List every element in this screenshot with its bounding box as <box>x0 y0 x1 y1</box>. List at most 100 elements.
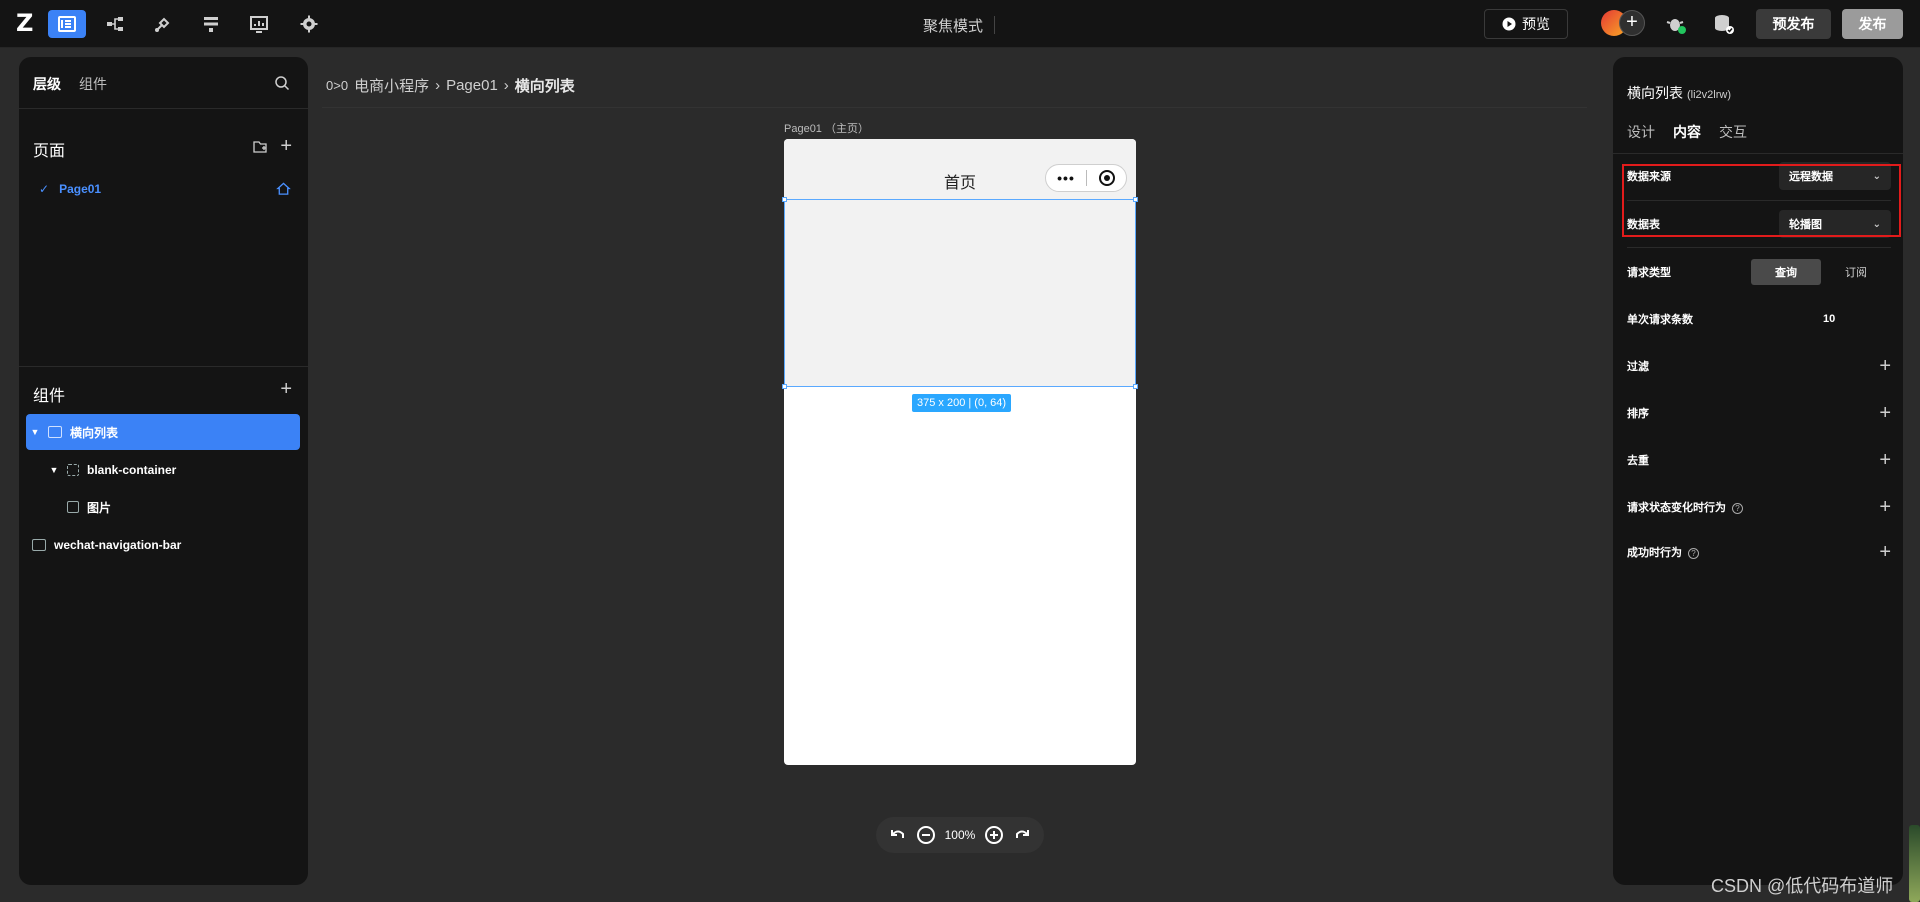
caret-down-icon[interactable]: ▼ <box>30 427 40 437</box>
app-logo[interactable]: Z <box>16 11 38 35</box>
annotation-highlight-box <box>1622 164 1901 237</box>
batch-size-label: 单次请求条数 <box>1627 314 1693 326</box>
resize-handle[interactable] <box>782 384 787 389</box>
data-model-icon[interactable] <box>192 10 230 38</box>
components-actions: + <box>280 378 292 401</box>
bug-icon[interactable] <box>1664 12 1688 36</box>
wechat-navigation-bar[interactable]: 首页 ••• <box>784 139 1136 199</box>
dashboard-icon[interactable] <box>240 10 278 38</box>
tree-node-label: 图片 <box>87 500 112 515</box>
sort-row: 排序 + <box>1627 398 1891 428</box>
tab-design[interactable]: 设计 <box>1627 122 1655 142</box>
plugin-icon[interactable] <box>144 10 182 38</box>
resize-handle[interactable] <box>782 197 787 202</box>
preview-label: 预览 <box>1522 16 1550 32</box>
breadcrumb-page[interactable]: Page01 <box>446 77 498 94</box>
zoom-in-icon[interactable] <box>984 825 1004 845</box>
add-collaborator-button[interactable]: + <box>1619 10 1645 36</box>
horizontal-list-selected[interactable] <box>782 197 1138 389</box>
component-name: 横向列表 <box>1627 85 1683 101</box>
focus-mode-label[interactable]: 聚焦模式 <box>923 15 983 36</box>
request-type-label: 请求类型 <box>1627 267 1671 279</box>
redo-icon[interactable] <box>1013 826 1031 844</box>
divider <box>994 16 995 34</box>
batch-size-input[interactable]: 10 <box>1823 313 1891 325</box>
help-icon[interactable]: ? <box>1732 503 1743 514</box>
close-target-icon[interactable] <box>1087 169 1126 187</box>
request-type-subscribe[interactable]: 订阅 <box>1821 259 1891 285</box>
zoom-level: 100% <box>944 828 976 842</box>
preview-button[interactable]: 预览 <box>1484 9 1568 39</box>
tree-node-wechat-navigation-bar[interactable]: wechat-navigation-bar <box>26 527 300 563</box>
resize-handle[interactable] <box>1133 197 1138 202</box>
watermark: CSDN @低代码布道师 <box>1711 876 1894 896</box>
state-change-label: 请求状态变化时行为 <box>1627 502 1726 514</box>
success-row: 成功时行为? + <box>1627 537 1891 567</box>
more-icon[interactable]: ••• <box>1046 170 1086 186</box>
add-success-icon[interactable]: + <box>1879 541 1891 564</box>
help-icon[interactable]: ? <box>1688 548 1699 559</box>
filter-row: 过滤 + <box>1627 351 1891 381</box>
add-filter-icon[interactable]: + <box>1879 355 1891 378</box>
prepublish-button[interactable]: 预发布 <box>1756 9 1831 39</box>
divider <box>19 366 308 367</box>
breadcrumb-app[interactable]: 电商小程序 <box>354 75 429 96</box>
home-icon[interactable] <box>276 181 291 196</box>
page-editor-icon[interactable] <box>48 10 86 38</box>
component-title: 横向列表 (li2v2lrw) <box>1627 83 1731 103</box>
request-type-query[interactable]: 查询 <box>1751 259 1821 285</box>
tree-node-label: wechat-navigation-bar <box>54 538 182 552</box>
left-panel-tabs: 层级 组件 <box>33 74 107 94</box>
divider <box>19 108 308 109</box>
pages-section-title: 页面 <box>33 143 66 160</box>
success-label-wrap: 成功时行为? <box>1627 544 1879 560</box>
breadcrumb-component: 横向列表 <box>514 78 575 95</box>
navbar-icon <box>32 539 46 551</box>
filter-label: 过滤 <box>1627 361 1649 373</box>
tree-node-horizontal-list[interactable]: ▼ 横向列表 <box>26 414 300 450</box>
add-component-icon[interactable]: + <box>280 378 292 401</box>
resize-handle[interactable] <box>1133 384 1138 389</box>
divider <box>1613 153 1903 154</box>
undo-icon[interactable] <box>889 826 907 844</box>
list-component-icon <box>48 426 62 438</box>
tab-content[interactable]: 内容 <box>1673 122 1701 142</box>
request-type-row: 请求类型 查询 订阅 <box>1627 257 1891 287</box>
property-tabs: 设计 内容 交互 <box>1627 122 1747 142</box>
breadcrumb: 0>0 电商小程序 › Page01 › 横向列表 <box>326 75 575 96</box>
tab-components[interactable]: 组件 <box>79 74 107 94</box>
mini-program-capsule[interactable]: ••• <box>1045 164 1127 192</box>
tree-node-blank-container[interactable]: ▼ blank-container <box>26 452 300 488</box>
components-section-title: 组件 <box>33 388 66 405</box>
page-label: Page01 （主页） <box>784 123 869 135</box>
check-icon: ✓ <box>39 182 50 196</box>
phone-canvas[interactable]: 首页 ••• 375 x 200 | (0, 64) <box>782 139 1138 765</box>
publish-button[interactable]: 发布 <box>1842 9 1903 39</box>
search-icon[interactable] <box>274 75 290 91</box>
container-icon <box>67 464 79 476</box>
zoom-controls: 100% <box>876 817 1044 853</box>
add-folder-icon[interactable] <box>252 139 268 155</box>
dedupe-label: 去重 <box>1627 455 1649 467</box>
add-state-change-icon[interactable]: + <box>1879 496 1891 519</box>
pages-actions: + <box>252 135 292 158</box>
add-page-icon[interactable]: + <box>280 135 292 158</box>
caret-down-icon[interactable]: ▼ <box>49 465 59 475</box>
sort-label: 排序 <box>1627 408 1649 420</box>
tab-layers[interactable]: 层级 <box>33 74 61 94</box>
settings-gear-icon[interactable] <box>290 10 328 38</box>
tab-interaction[interactable]: 交互 <box>1719 122 1747 142</box>
batch-size-row: 单次请求条数 10 <box>1627 304 1891 334</box>
workflow-icon[interactable] <box>96 10 134 38</box>
size-position-tag: 375 x 200 | (0, 64) <box>912 394 1012 412</box>
zoom-out-icon[interactable] <box>916 825 936 845</box>
database-status-icon[interactable] <box>1712 12 1736 36</box>
scrollbar[interactable] <box>1909 825 1920 902</box>
request-type-segment: 查询 订阅 <box>1751 259 1891 285</box>
add-sort-icon[interactable]: + <box>1879 402 1891 425</box>
tree-node-image[interactable]: 图片 <box>26 489 300 525</box>
add-dedupe-icon[interactable]: + <box>1879 449 1891 472</box>
divider <box>1627 247 1891 248</box>
page-item-page01[interactable]: ✓ Page01 <box>39 178 291 200</box>
image-icon <box>67 501 79 513</box>
